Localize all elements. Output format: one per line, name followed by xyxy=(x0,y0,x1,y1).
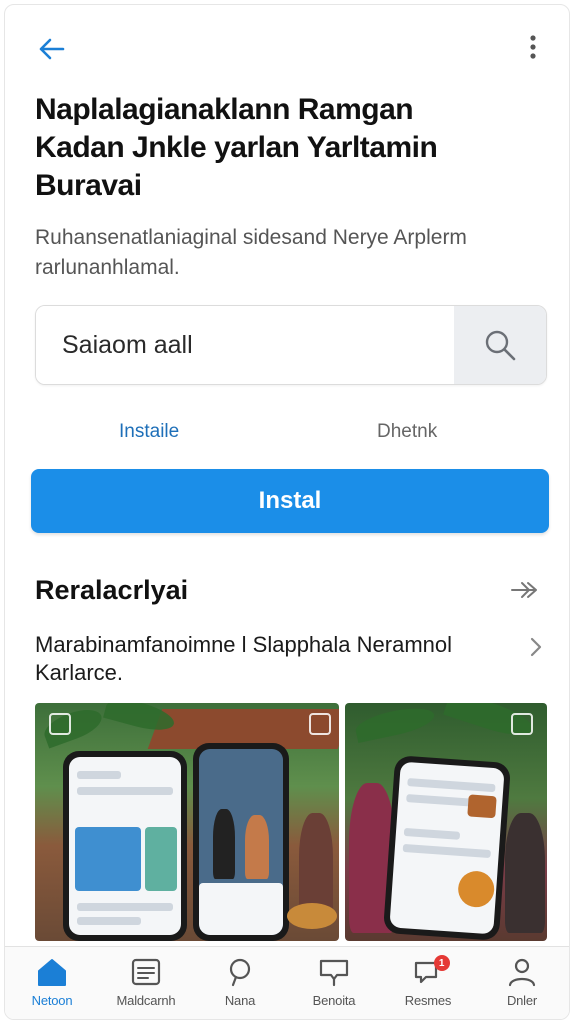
arrow-left-icon xyxy=(39,38,65,60)
screen-bar xyxy=(77,917,141,925)
screen-bar xyxy=(402,843,491,859)
nav-label: Benoita xyxy=(312,993,356,1008)
nav-label: Dnler xyxy=(506,993,538,1008)
screen-bar xyxy=(77,903,173,911)
person-figure xyxy=(213,809,235,879)
phone-mockup xyxy=(193,743,289,941)
list-item[interactable]: Marabinamfanoimne l Slapphala Neramnol K… xyxy=(35,631,545,691)
screen-bar xyxy=(77,771,121,779)
screen-image xyxy=(199,883,283,935)
list-item-text: Marabinamfanoimne l Slapphala Neramnol K… xyxy=(35,631,515,687)
phone-screen xyxy=(389,761,505,935)
home-icon xyxy=(38,959,66,986)
install-link[interactable]: Instaile xyxy=(119,421,179,443)
phone-screen xyxy=(69,757,181,935)
profile-icon xyxy=(508,958,536,987)
news-icon xyxy=(131,958,161,986)
person-figure xyxy=(505,813,545,933)
gallery-photo[interactable] xyxy=(35,703,339,941)
nav-label: Maldcarnh xyxy=(116,993,176,1008)
tag-icon xyxy=(49,713,71,735)
phone-screen xyxy=(199,749,283,935)
search-bar xyxy=(35,305,547,385)
gallery-photo[interactable] xyxy=(345,703,547,941)
more-vertical-icon xyxy=(530,35,536,59)
person-figure xyxy=(245,815,269,879)
app-screen: Naplalagianaklann Ramgan Kadan Jnkle yar… xyxy=(4,4,570,1020)
arrow-right-icon xyxy=(511,582,537,598)
nav-label: Resmes xyxy=(404,993,452,1008)
section-title: Reralacrlyai xyxy=(35,575,189,605)
search-icon xyxy=(485,330,516,361)
image-gallery xyxy=(35,703,547,943)
nav-item-news[interactable]: Maldcarnh xyxy=(99,947,193,1019)
nav-item-profile[interactable]: Dnler xyxy=(475,947,569,1019)
more-options-button[interactable] xyxy=(519,29,547,65)
nav-label: Nana xyxy=(224,993,256,1008)
chat-icon xyxy=(319,959,349,987)
chevron-right-icon xyxy=(530,637,542,657)
subtitle-line: Ruhansenatlaniaginal sidesand Nerye Arpl… xyxy=(35,226,467,249)
page-subtitle: Ruhansenatlaniaginal sidesand Nerye Arpl… xyxy=(35,223,535,283)
back-button[interactable] xyxy=(33,31,69,67)
title-line: Buravai xyxy=(35,169,142,202)
see-all-button[interactable] xyxy=(507,575,543,605)
search-button[interactable] xyxy=(454,306,546,384)
screen-image xyxy=(467,794,497,819)
screen-image xyxy=(75,827,141,891)
details-link[interactable]: Dhetnk xyxy=(377,421,437,443)
nav-item-notifications[interactable]: 1 Resmes xyxy=(381,947,475,1019)
list-item-line: Marabinamfanoimne l Slapphala Neramnol xyxy=(35,632,453,657)
bottom-nav: Netoon Maldcarnh Nana Benoita 1 Resmes D… xyxy=(5,946,569,1019)
phone-mockup xyxy=(382,755,512,941)
link-row: Instaile Dhetnk xyxy=(5,415,569,449)
search-icon xyxy=(229,958,251,987)
title-line: Naplalagianaklann Ramgan xyxy=(35,93,414,126)
install-button[interactable]: Instal xyxy=(31,469,549,533)
tag-icon xyxy=(511,713,533,735)
page-title: Naplalagianaklann Ramgan Kadan Jnkle yar… xyxy=(35,91,515,205)
leaf-shape xyxy=(353,703,437,744)
screen-bar xyxy=(77,787,173,795)
screen-bar xyxy=(403,827,461,840)
screen-bar xyxy=(406,794,473,807)
notification-badge: 1 xyxy=(433,955,450,971)
screen-image xyxy=(145,827,177,891)
screen-image xyxy=(456,869,496,909)
list-item-line: Karlarce. xyxy=(35,660,124,685)
subtitle-line: rarlunanhlamal. xyxy=(35,256,180,279)
phone-mockup xyxy=(63,751,187,941)
title-line: Kadan Jnkle yarlan Yarltamin xyxy=(35,131,438,164)
nav-label: Netoon xyxy=(31,993,73,1008)
nav-item-search[interactable]: Nana xyxy=(193,947,287,1019)
food-bowl xyxy=(287,903,337,929)
screen-bar xyxy=(407,778,496,793)
search-input[interactable] xyxy=(36,306,454,384)
nav-item-chat[interactable]: Benoita xyxy=(287,947,381,1019)
top-bar xyxy=(5,5,569,85)
nav-item-home[interactable]: Netoon xyxy=(5,947,99,1019)
tag-icon xyxy=(309,713,331,735)
